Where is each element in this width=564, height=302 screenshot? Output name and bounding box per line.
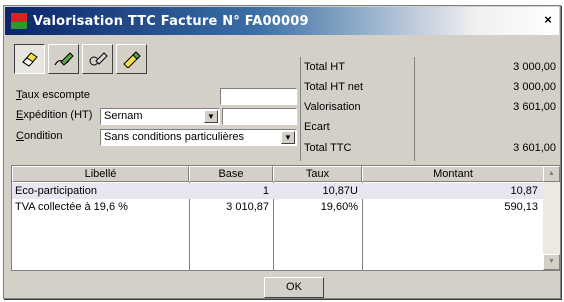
toolbar-button-pencil[interactable] (116, 44, 147, 74)
cell-libelle: Eco-participation (15, 185, 97, 197)
pen-edit-icon (53, 52, 74, 66)
tax-table[interactable]: Libellé Base Taux Montant Eco-participat… (11, 165, 561, 271)
total-ttc-label: Total TTC (304, 142, 352, 154)
toolbar-button-eraser[interactable] (14, 44, 45, 74)
total-ht-net-value: 3 000,00 (513, 81, 556, 93)
total-ht-net-label: Total HT net (304, 81, 364, 93)
condition-select-value: Sans conditions particulières (104, 131, 245, 143)
column-header-montant[interactable]: Montant (362, 166, 544, 182)
condition-select[interactable]: Sans conditions particulières ▼ (100, 129, 297, 146)
pen-check-icon (89, 52, 108, 66)
vertical-scrollbar[interactable]: ▲ ▼ (543, 166, 560, 270)
toolbar-button-edit[interactable] (48, 44, 79, 74)
window-title: Valorisation TTC Facture N° FA00009 (33, 13, 309, 29)
ok-button[interactable]: OK (264, 277, 324, 298)
cell-montant: 10,87 (510, 185, 538, 197)
cell-base: 1 (262, 185, 269, 197)
valorisation-value: 3 601,00 (513, 101, 556, 113)
cell-montant: 590,13 (504, 201, 538, 213)
totals-row: Total HT 3 000,00 (301, 57, 562, 78)
expedition-amount-input[interactable] (222, 108, 297, 125)
title-bar[interactable]: Valorisation TTC Facture N° FA00009 × (5, 7, 559, 35)
total-ht-value: 3 000,00 (513, 61, 556, 73)
cell-base: 3 010,87 (226, 201, 269, 213)
expedition-label: Expédition (HT) (16, 109, 93, 121)
expedition-select-value: Sernam (104, 110, 143, 122)
cell-libelle: TVA collectée à 19,6 % (15, 201, 128, 213)
totals-row: Total TTC 3 601,00 (301, 138, 562, 159)
dialog-window: Valorisation TTC Facture N° FA00009 × Ta… (3, 5, 561, 299)
column-header-libelle[interactable]: Libellé (12, 166, 189, 182)
chevron-down-icon[interactable]: ▼ (204, 110, 218, 123)
valorisation-label: Valorisation (304, 101, 361, 113)
toolbar-button-check[interactable] (82, 44, 113, 74)
total-ht-label: Total HT (304, 61, 345, 73)
scroll-down-arrow-icon[interactable]: ▼ (543, 254, 560, 270)
taux-escompte-label: Taux escompte (16, 89, 90, 101)
pen-pencil-icon (122, 51, 141, 68)
cell-taux: 10,87U (322, 185, 358, 197)
totals-panel: Total HT 3 000,00 Total HT net 3 000,00 … (300, 57, 561, 161)
totals-row: Total HT net 3 000,00 (301, 77, 562, 98)
totals-row: Valorisation 3 601,00 (301, 97, 562, 118)
app-icon (11, 13, 27, 29)
ecart-label: Ecart (304, 121, 330, 133)
column-header-taux[interactable]: Taux (273, 166, 362, 182)
taux-escompte-input[interactable] (220, 88, 297, 105)
condition-label: Condition (16, 130, 63, 142)
expedition-select[interactable]: Sernam ▼ (100, 108, 220, 125)
eraser-icon (21, 52, 38, 67)
scroll-up-arrow-icon[interactable]: ▲ (543, 166, 560, 182)
chevron-down-icon[interactable]: ▼ (281, 131, 295, 144)
totals-row: Ecart (301, 117, 562, 138)
column-header-base[interactable]: Base (189, 166, 273, 182)
cell-taux: 19,60% (320, 201, 358, 213)
close-button[interactable]: × (541, 13, 555, 27)
total-ttc-value: 3 601,00 (513, 142, 556, 154)
